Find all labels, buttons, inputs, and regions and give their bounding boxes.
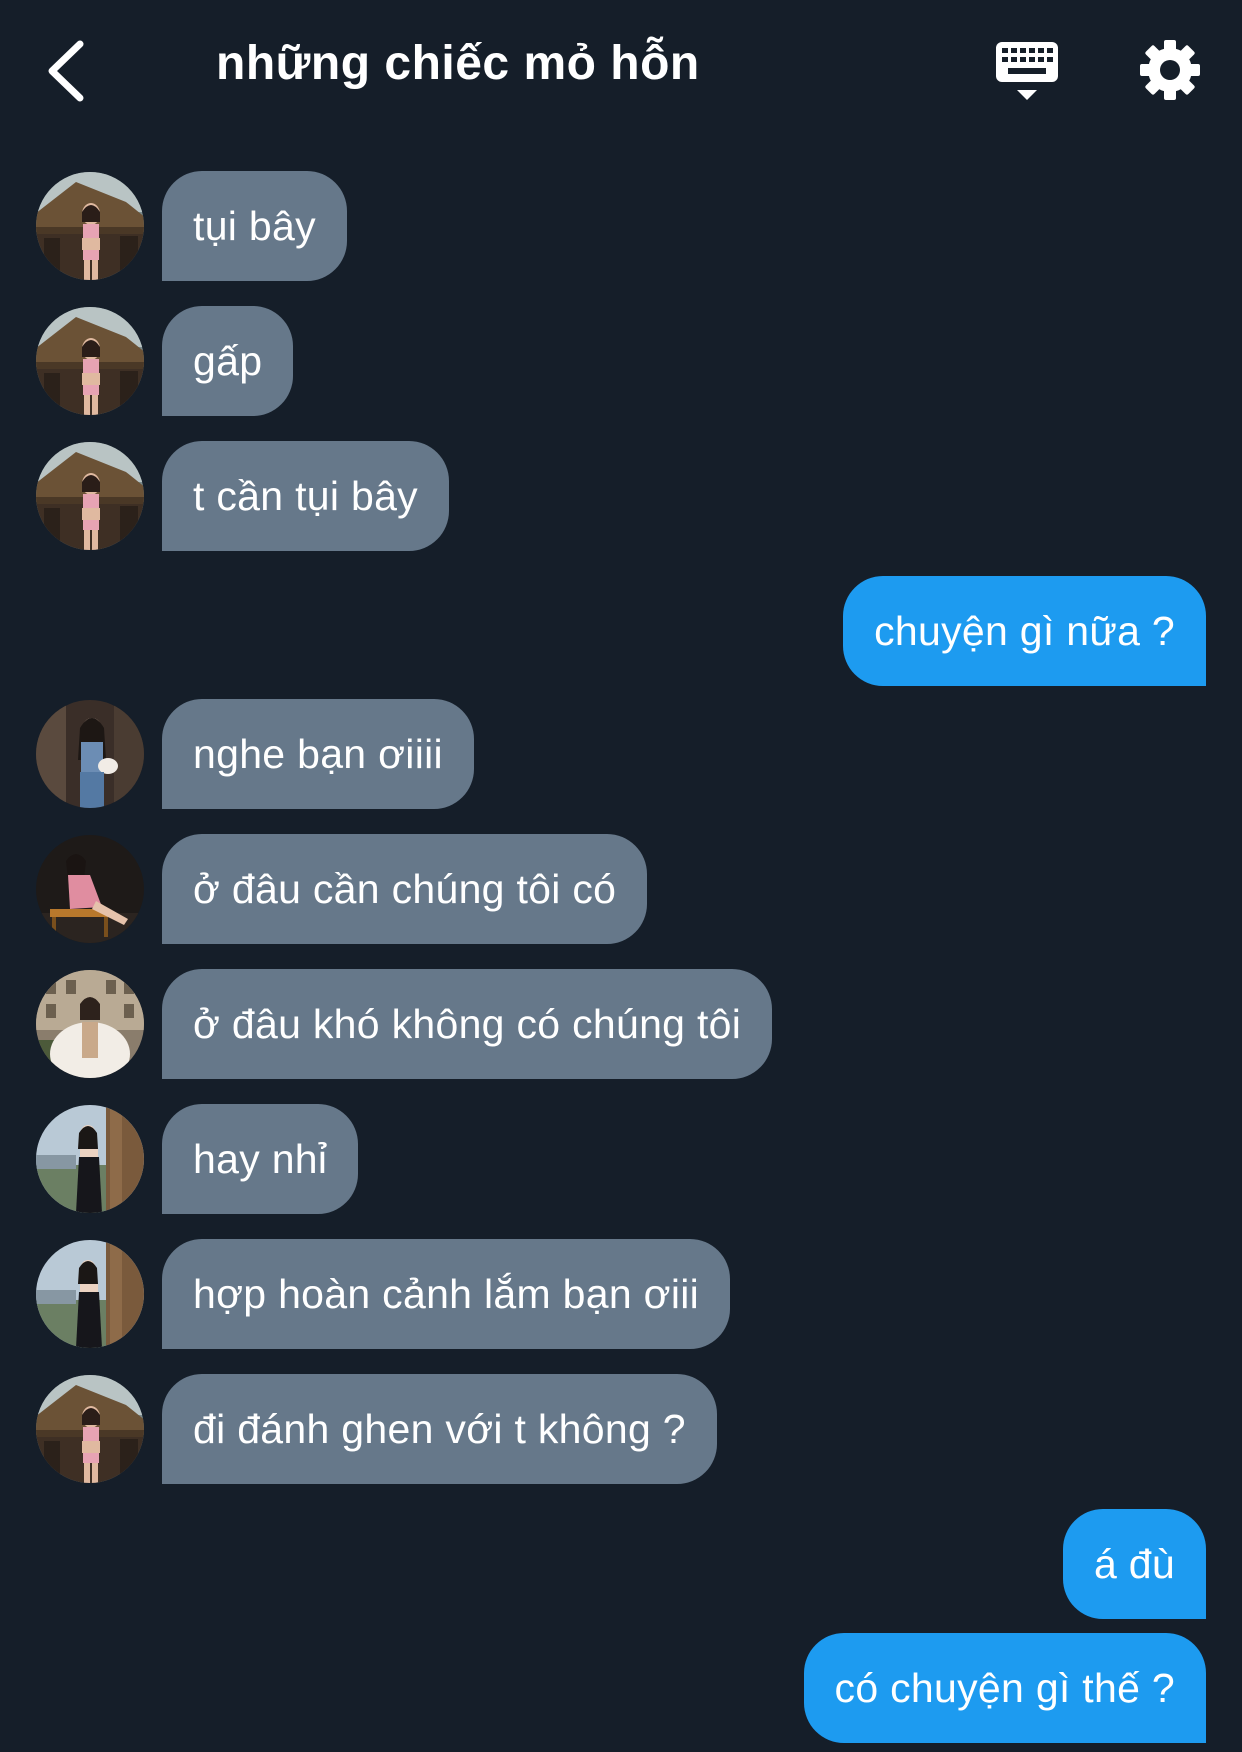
message-row: á đù [0, 1509, 1242, 1619]
message-row: ở đâu cần chúng tôi có [0, 834, 1242, 944]
message-bubble[interactable]: nghe bạn ơiiii [162, 699, 474, 809]
avatar[interactable] [36, 442, 144, 550]
avatar[interactable] [36, 700, 144, 808]
avatar[interactable] [36, 1375, 144, 1483]
message-bubble[interactable]: hay nhỉ [162, 1104, 359, 1214]
back-button[interactable] [38, 36, 98, 106]
message-bubble[interactable]: có chuyện gì thế ? [803, 1633, 1206, 1743]
settings-button[interactable] [1138, 38, 1202, 102]
message-row: tụi bây [0, 171, 1242, 281]
avatar[interactable] [36, 172, 144, 280]
chat-title: những chiếc mỏ hỗn [216, 37, 700, 90]
gear-icon [1140, 40, 1200, 100]
avatar[interactable] [36, 307, 144, 415]
message-row: t cần tụi bây [0, 441, 1242, 551]
message-row: có chuyện gì thế ? [0, 1633, 1242, 1743]
message-bubble[interactable]: tụi bây [162, 171, 347, 281]
message-row: gấp [0, 306, 1242, 416]
avatar[interactable] [36, 1105, 144, 1213]
chevron-left-icon [48, 40, 84, 102]
message-bubble[interactable]: chuyện gì nữa ? [843, 576, 1206, 686]
message-bubble[interactable]: ở đâu khó không có chúng tôi [162, 969, 773, 1079]
message-bubble[interactable]: gấp [162, 306, 294, 416]
keyboard-button[interactable] [992, 38, 1062, 108]
avatar[interactable] [36, 835, 144, 943]
keyboard-icon [996, 42, 1058, 100]
avatar[interactable] [36, 970, 144, 1078]
message-row: ở đâu khó không có chúng tôi [0, 969, 1242, 1079]
chat-header: những chiếc mỏ hỗn [0, 0, 1242, 140]
message-bubble[interactable]: ở đâu cần chúng tôi có [162, 834, 648, 944]
message-row: hợp hoàn cảnh lắm bạn ơiii [0, 1239, 1242, 1349]
message-bubble[interactable]: á đù [1063, 1509, 1206, 1619]
message-row: hay nhỉ [0, 1104, 1242, 1214]
message-bubble[interactable]: t cần tụi bây [162, 441, 449, 551]
message-row: nghe bạn ơiiii [0, 699, 1242, 809]
chat-screen: những chiếc mỏ hỗn tụi bây gấp t cần tụi… [0, 0, 1242, 1752]
message-bubble[interactable]: đi đánh ghen với t không ? [162, 1374, 717, 1484]
message-bubble[interactable]: hợp hoàn cảnh lắm bạn ơiii [162, 1239, 731, 1349]
message-row: chuyện gì nữa ? [0, 576, 1242, 686]
message-row: đi đánh ghen với t không ? [0, 1374, 1242, 1484]
avatar[interactable] [36, 1240, 144, 1348]
